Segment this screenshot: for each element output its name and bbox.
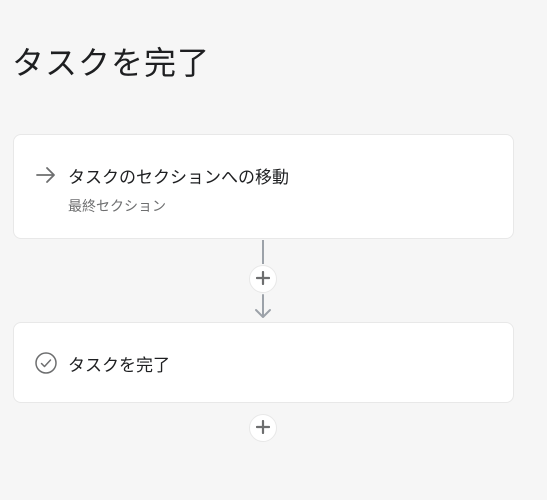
plus-icon	[255, 419, 271, 438]
rule-page: タスクを完了 タスクのセクションへの移動 最終セクション タスクを完了	[0, 0, 547, 500]
step-card-move-to-section[interactable]: タスクのセクションへの移動 最終セクション	[13, 134, 514, 239]
step-card-complete-task[interactable]: タスクを完了	[13, 322, 514, 403]
page-title: タスクを完了	[12, 44, 211, 82]
step-title: タスクのセクションへの移動	[68, 168, 289, 188]
check-circle-icon	[34, 351, 58, 375]
step-title: タスクを完了	[68, 356, 170, 376]
arrow-right-icon	[34, 163, 58, 187]
add-step-button[interactable]	[249, 265, 277, 293]
add-step-button[interactable]	[249, 414, 277, 442]
connector-line	[262, 240, 264, 264]
plus-icon	[255, 270, 271, 289]
step-subtitle: 最終セクション	[68, 199, 166, 215]
arrow-down-icon	[253, 294, 273, 320]
